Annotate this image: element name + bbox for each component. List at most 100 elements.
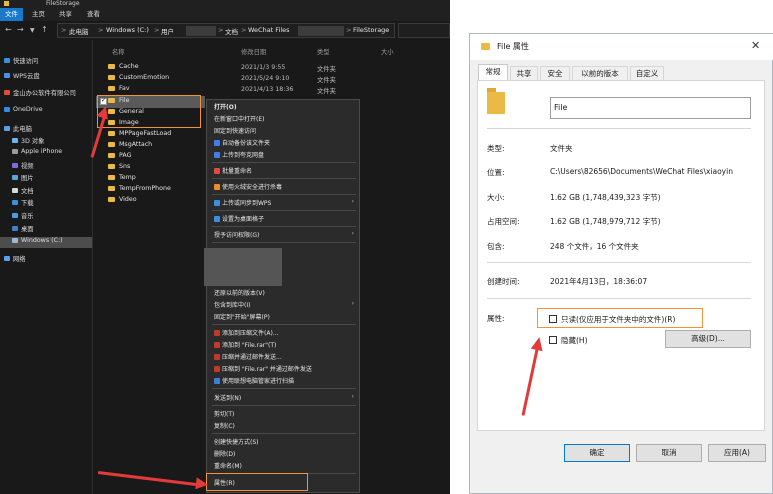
menu-item-add-file-rar[interactable]: 添加到 "File.rar"(T) — [214, 340, 354, 350]
menu-item-pin-start[interactable]: 固定到"开始"屏幕(P) — [214, 312, 354, 322]
row-date: 2021/4/13 18:36 — [241, 86, 294, 93]
menu-item-delete[interactable]: 删除(D) — [214, 449, 354, 459]
tab-view[interactable]: 查看 — [82, 8, 105, 21]
list-item[interactable]: TempFromPhone — [108, 185, 171, 196]
column-header-date[interactable]: 修改日期 — [241, 47, 266, 56]
column-header-name[interactable]: 名称 — [112, 47, 125, 56]
nav-this-pc[interactable]: 此电脑 — [4, 124, 96, 135]
menu-item-upload-quark[interactable]: 上传到夸克网盘 — [214, 150, 354, 160]
shield-icon — [214, 183, 220, 190]
nav-videos[interactable]: 视频 — [12, 161, 104, 172]
nav-quick-access[interactable]: 快速访问 — [4, 56, 96, 67]
menu-item-batch-rename[interactable]: 批量重命名 — [214, 166, 354, 176]
tab-home[interactable]: 主页 — [27, 8, 50, 21]
name-field[interactable]: File — [550, 97, 751, 119]
chevron-right-icon: › — [351, 230, 354, 237]
breadcrumb-filestorage[interactable]: FileStorage — [353, 26, 389, 34]
menu-item-compress-rar-email[interactable]: 压缩到 "File.rar" 并通过邮件发送 — [214, 364, 354, 374]
attributes-label: 属性: — [487, 314, 505, 323]
nav-onedrive[interactable]: OneDrive — [4, 106, 96, 117]
breadcrumb-users[interactable]: 用户 — [161, 26, 174, 36]
chevron-down-icon[interactable]: ▼ — [30, 27, 35, 34]
nav-apple-iphone[interactable]: Apple iPhone — [12, 148, 104, 159]
menu-item-cut[interactable]: 剪切(T) — [214, 409, 354, 419]
back-arrow-icon[interactable]: ← — [5, 25, 12, 34]
tab-sharing[interactable]: 共享 — [510, 66, 538, 80]
up-arrow-icon[interactable]: ↑ — [41, 25, 48, 34]
menu-item-create-shortcut[interactable]: 创建快捷方式(S) — [214, 437, 354, 447]
hidden-checkbox[interactable] — [549, 336, 557, 344]
address-separator: > — [98, 26, 104, 34]
list-item[interactable]: MPPageFastLoad — [108, 130, 171, 141]
menu-item-open-new-window[interactable]: 在新窗口中打开(E) — [214, 114, 354, 124]
archive-icon — [214, 365, 220, 372]
menu-item-copy[interactable]: 复制(C) — [214, 421, 354, 431]
close-icon[interactable]: ✕ — [751, 39, 760, 52]
menu-item-rename[interactable]: 重命名(M) — [214, 461, 354, 471]
menu-item-grant-access[interactable]: 授予访问权限(G) › — [214, 230, 354, 240]
address-separator: > — [218, 26, 224, 34]
tab-general[interactable]: 常规 — [478, 64, 508, 81]
list-item[interactable]: MsgAttach — [108, 141, 152, 152]
address-separator: > — [61, 26, 67, 34]
apply-button[interactable]: 应用(A) — [708, 444, 766, 462]
nav-wps-cloud[interactable]: WPS云盘 — [4, 71, 96, 82]
breadcrumb-drive[interactable]: Windows (C:) — [106, 26, 149, 34]
list-item[interactable]: PAG — [108, 152, 131, 163]
list-item[interactable]: Temp — [108, 174, 136, 185]
menu-item-compress-email[interactable]: 压缩并通过邮件发送... — [214, 352, 354, 362]
forward-arrow-icon[interactable]: → — [17, 25, 24, 34]
menu-item-desktop-grid[interactable]: 设置为桌面格子 — [214, 214, 354, 224]
nav-desktop[interactable]: 桌面 — [12, 224, 104, 235]
menu-item-pin-quick-access[interactable]: 固定到快速访问 — [214, 126, 354, 136]
address-separator: > — [154, 26, 160, 34]
tab-previous-versions[interactable]: 以前的版本 — [572, 66, 628, 80]
menu-item-send-to[interactable]: 发送到(N) › — [214, 393, 354, 403]
drive-icon — [12, 238, 18, 243]
chevron-right-icon: › — [351, 393, 354, 400]
nav-pictures[interactable]: 图片 — [12, 173, 104, 184]
search-input[interactable] — [398, 23, 450, 38]
folder-icon — [481, 43, 490, 50]
nav-windows-c[interactable]: Windows (C:) — [0, 237, 92, 248]
advanced-button[interactable]: 高级(D)... — [665, 330, 751, 348]
ok-button[interactable]: 确定 — [564, 444, 630, 462]
nav-documents[interactable]: 文档 — [12, 186, 104, 197]
contains-label: 包含: — [487, 242, 505, 251]
menu-item-add-archive[interactable]: 添加到压缩文件(A)... — [214, 328, 354, 338]
nav-downloads[interactable]: 下载 — [12, 198, 104, 209]
music-icon — [12, 213, 18, 218]
list-item[interactable]: Sns — [108, 163, 130, 174]
menu-item-include-library[interactable]: 包含到库中(I) › — [214, 300, 354, 310]
folder-icon — [108, 86, 115, 91]
list-item[interactable]: Cache — [108, 63, 139, 74]
nav-3d-objects[interactable]: 3D 对象 — [12, 136, 104, 147]
menu-item-upload-wps[interactable]: 上传或同步到WPS › — [214, 198, 354, 208]
breadcrumb-documents[interactable]: 文档 — [225, 26, 238, 36]
menu-item-lenovo-scan[interactable]: 使用联想电脑管家进行扫描 — [214, 376, 354, 386]
highlight-box — [206, 473, 308, 491]
column-header-size[interactable]: 大小 — [381, 47, 394, 56]
red-arrow — [97, 471, 203, 487]
folder-icon — [108, 131, 115, 136]
tab-security[interactable]: 安全 — [540, 66, 570, 80]
column-header-type[interactable]: 类型 — [317, 47, 330, 56]
list-item[interactable]: CustomEmotion — [108, 74, 169, 85]
nav-music[interactable]: 音乐 — [12, 211, 104, 222]
menu-item-open[interactable]: 打开(O) — [214, 102, 354, 112]
folder-icon — [108, 75, 115, 80]
tab-customize[interactable]: 自定义 — [630, 66, 664, 80]
tab-file[interactable]: 文件 — [0, 8, 23, 21]
list-item[interactable]: Video — [108, 196, 137, 207]
menu-item-huorong-scan[interactable]: 使用火绒安全进行杀毒 — [214, 182, 354, 192]
menu-item-restore-previous[interactable]: 还原以前的版本(V) — [214, 288, 354, 298]
folder-icon — [108, 153, 115, 158]
nav-kingsoft[interactable]: 金山办公软件有限公司 — [4, 88, 96, 99]
breadcrumb-wechat-files[interactable]: WeChat Files — [248, 26, 290, 34]
breadcrumb-this-pc[interactable]: 此电脑 — [69, 26, 89, 36]
menu-item-auto-backup[interactable]: 自动备份该文件夹 — [214, 138, 354, 148]
address-bar[interactable]: > 此电脑 > Windows (C:) > 用户 > 文档 > WeChat … — [57, 23, 395, 38]
nav-network[interactable]: 网络 — [4, 254, 96, 265]
tab-share[interactable]: 共享 — [54, 8, 77, 21]
cancel-button[interactable]: 取消 — [636, 444, 702, 462]
